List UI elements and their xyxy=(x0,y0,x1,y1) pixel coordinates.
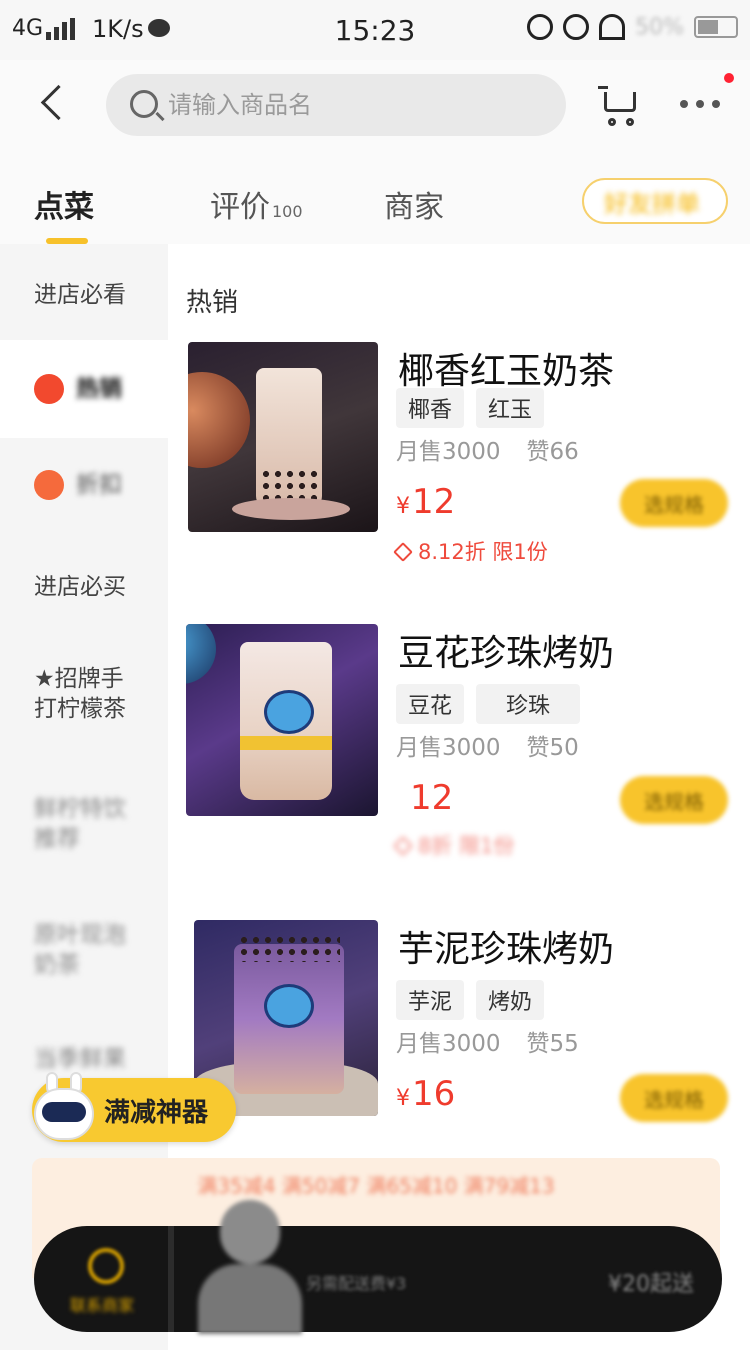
promo-float-button[interactable]: 满减神器 xyxy=(32,1072,236,1142)
discount-strip-text: 满35减4 满50减7 满65减10 满79减13 xyxy=(197,1174,555,1198)
tab-order-label: 点菜 xyxy=(34,190,94,225)
discount-info: 8折 限1份 xyxy=(393,830,515,860)
back-icon[interactable] xyxy=(38,82,66,122)
currency-symbol: ¥ xyxy=(396,494,410,519)
discount-text: 8.12折 限1份 xyxy=(418,540,548,564)
product-name: 豆花珍珠烤奶 xyxy=(398,633,615,674)
likes: 赞55 xyxy=(526,1031,579,1057)
category-label: 原叶现泡奶茶 xyxy=(34,922,126,978)
likes: 赞50 xyxy=(526,735,579,761)
battery-icon xyxy=(694,16,738,38)
product-tag: 红玉 xyxy=(476,388,545,428)
likes: 赞66 xyxy=(526,439,579,465)
cart-icon[interactable] xyxy=(598,84,642,128)
tag-icon xyxy=(393,836,413,856)
product-tag: 烤奶 xyxy=(476,980,545,1020)
avatar xyxy=(190,1200,310,1334)
monthly-sales: 月售3000 xyxy=(396,735,501,761)
delivery-fee: 另需配送费¥3 xyxy=(306,1274,407,1293)
product-card[interactable]: 椰香红玉奶茶 椰香 红玉 月售3000 赞66 ¥12 8.12折 限1份 选规… xyxy=(168,342,750,572)
status-icons: 50% xyxy=(527,14,738,40)
category-item[interactable]: 进店必买 xyxy=(0,538,168,634)
search-bar[interactable] xyxy=(106,74,566,136)
product-tag: 珍珠 xyxy=(476,684,581,724)
tab-reviews[interactable]: 评价 100 xyxy=(210,182,303,226)
more-icon[interactable] xyxy=(680,100,720,108)
status-bar: 4G 1K/s 15:23 50% xyxy=(0,0,750,60)
product-price: ¥16 xyxy=(396,1074,455,1114)
select-spec-button[interactable]: 选规格 xyxy=(620,1074,728,1122)
product-tag: 芋泥 xyxy=(396,980,465,1020)
wifi-icon xyxy=(599,14,626,40)
product-price: 12 xyxy=(408,778,453,818)
category-item[interactable]: ★招牌手打柠檬茶 xyxy=(0,664,140,754)
monthly-sales: 月售3000 xyxy=(396,1031,501,1057)
flame-icon xyxy=(34,374,64,404)
search-input[interactable] xyxy=(168,84,548,126)
alarm-icon xyxy=(563,14,590,40)
product-tags: 椰香 红玉 xyxy=(396,388,545,428)
category-label: ★招牌手打柠檬茶 xyxy=(34,666,126,722)
group-order-button[interactable]: 好友拼单 xyxy=(582,178,728,224)
category-item-discount[interactable]: 折扣 xyxy=(0,438,168,538)
product-card[interactable]: 豆花珍珠烤奶 豆花 珍珠 月售3000 赞50 12 8折 限1份 选规格 xyxy=(168,624,750,858)
product-tags: 豆花 珍珠 xyxy=(396,684,581,724)
tab-order[interactable]: 点菜 xyxy=(34,182,94,226)
cart-bar[interactable]: 联系商家 另需配送费¥3 ¥20起送 xyxy=(34,1226,722,1332)
section-title-text: 热销 xyxy=(186,288,239,318)
headset-icon xyxy=(88,1248,124,1284)
price-value: 12 xyxy=(412,482,456,522)
discount-info: 8.12折 限1份 xyxy=(393,536,548,566)
tab-merchant[interactable]: 商家 xyxy=(384,182,444,226)
discount-icon xyxy=(34,470,64,500)
category-item-hot[interactable]: 热销 xyxy=(0,340,168,438)
select-spec-button[interactable]: 选规格 xyxy=(620,479,728,527)
min-order: ¥20起送 xyxy=(608,1272,694,1297)
robot-mascot-icon xyxy=(30,1072,100,1148)
product-image[interactable] xyxy=(188,342,378,532)
category-label: 当季鲜果 xyxy=(34,1046,126,1072)
category-label: 进店必买 xyxy=(34,574,126,600)
tab-merchant-label: 商家 xyxy=(384,190,444,225)
product-image[interactable] xyxy=(186,624,378,816)
mute-icon xyxy=(527,14,554,40)
product-stats: 月售3000 赞55 xyxy=(396,1024,579,1058)
tab-reviews-label: 评价 xyxy=(210,190,270,225)
price-value: 12 xyxy=(410,778,454,818)
contact-label: 联系商家 xyxy=(70,1296,135,1315)
tag-icon xyxy=(393,542,413,562)
discount-text: 8折 限1份 xyxy=(418,834,515,858)
product-name: 芋泥珍珠烤奶 xyxy=(398,929,615,970)
product-tags: 芋泥 烤奶 xyxy=(396,980,545,1020)
product-card[interactable]: 芋泥珍珠烤奶 芋泥 烤奶 月售3000 赞55 ¥16 选规格 xyxy=(168,920,750,1150)
category-item[interactable]: 鲜柠特饮推荐 xyxy=(0,794,140,884)
category-label: 折扣 xyxy=(76,472,122,498)
currency-symbol: ¥ xyxy=(396,1086,410,1111)
category-label: 鲜柠特饮推荐 xyxy=(34,796,126,852)
notification-dot xyxy=(724,73,734,83)
top-nav xyxy=(0,60,750,150)
category-label: 进店必看 xyxy=(34,282,126,308)
contact-merchant-button[interactable]: 联系商家 xyxy=(34,1226,174,1332)
section-title: 热销 xyxy=(186,282,238,319)
category-label: 热销 xyxy=(76,376,122,402)
product-tag: 椰香 xyxy=(396,388,465,428)
promo-label: 满减神器 xyxy=(104,1098,209,1128)
tab-reviews-count: 100 xyxy=(272,202,303,221)
search-icon xyxy=(130,90,158,118)
store-tabs: 点菜 评价 100 商家 好友拼单 xyxy=(0,150,750,244)
battery-level: 50% xyxy=(635,14,684,40)
monthly-sales: 月售3000 xyxy=(396,439,501,465)
group-order-label: 好友拼单 xyxy=(604,189,700,218)
price-value: 16 xyxy=(412,1074,456,1114)
category-item[interactable]: 进店必看 xyxy=(0,244,168,340)
product-price: ¥12 xyxy=(396,482,455,522)
product-tag: 豆花 xyxy=(396,684,465,724)
product-name: 椰香红玉奶茶 xyxy=(398,351,615,392)
category-item[interactable]: 原叶现泡奶茶 xyxy=(0,920,140,1010)
product-stats: 月售3000 赞50 xyxy=(396,728,579,762)
select-spec-button[interactable]: 选规格 xyxy=(620,776,728,824)
product-stats: 月售3000 赞66 xyxy=(396,432,579,466)
